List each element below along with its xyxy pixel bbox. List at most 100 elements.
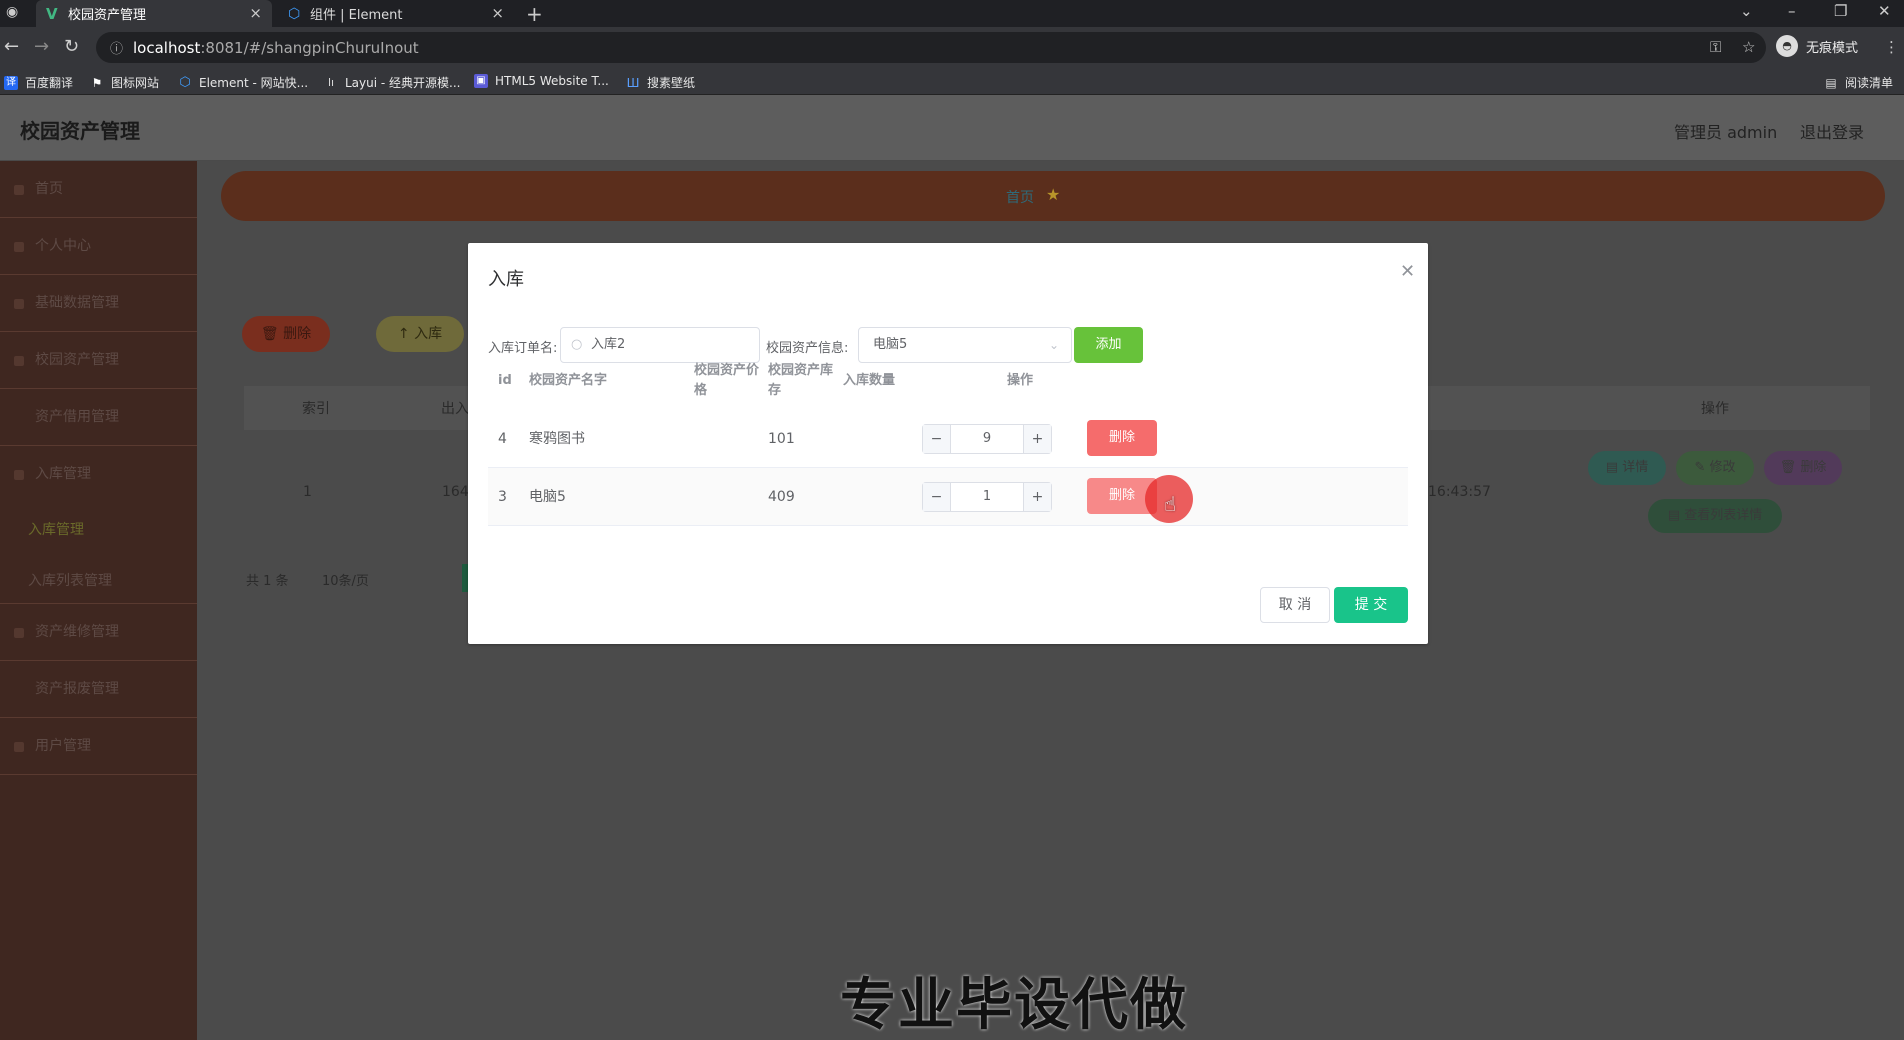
user-label: 管理员 admin [1674, 123, 1778, 142]
row-id: 3 [498, 489, 507, 505]
add-button[interactable]: 添加 [1074, 327, 1143, 363]
tab-search-icon[interactable]: ⌄ [1740, 2, 1753, 20]
new-tab-icon[interactable]: + [526, 2, 543, 26]
info-icon[interactable]: ⓘ [110, 38, 123, 57]
tab-element[interactable]: ⬡ 组件 | Element × [278, 0, 514, 27]
bookmark-label: 图标网站 [111, 76, 160, 90]
chevron-down-icon: ⌄ [1048, 338, 1059, 352]
bookmark-html5[interactable]: ▣ HTML5 Website T... [474, 74, 609, 88]
trash-icon: 🗑 [1779, 460, 1797, 475]
minimize-icon[interactable]: – [1788, 2, 1796, 20]
close-icon[interactable]: × [491, 4, 504, 22]
reload-icon[interactable]: ↻ [64, 36, 79, 57]
tab-title: 校园资产管理 [68, 8, 147, 23]
row-stock: 101 [768, 431, 795, 447]
logout-link[interactable]: 退出登录 [1800, 119, 1864, 143]
col-asset-stock: 校园资产库存 [768, 363, 834, 398]
sidebar-item-profile[interactable]: 个人中心 [0, 218, 197, 275]
col-op: 操作 [1701, 401, 1729, 417]
sidebar-item-assets[interactable]: 校园资产管理 [0, 332, 197, 389]
menu-label: 入库管理 [35, 466, 91, 482]
key-icon[interactable]: ⚿ [1710, 38, 1721, 56]
close-icon[interactable]: ✕ [1400, 261, 1415, 282]
view-list-button[interactable]: ▤ 查看列表详情 [1648, 499, 1782, 533]
delete-label: 删除 [1800, 460, 1827, 475]
submit-button[interactable]: 提 交 [1334, 587, 1408, 623]
star-icon[interactable]: ☆ [1742, 38, 1755, 56]
sidebar-item-borrow[interactable]: 资产借用管理 [0, 389, 197, 446]
pagination-size[interactable]: 10条/页 [322, 570, 369, 589]
inbound-button[interactable]: ↑ 入库 [376, 316, 464, 352]
address-bar-row: ← → ↻ ⓘ localhost :8081/#/shangpinChuruI… [0, 27, 1904, 68]
bookmark-icon-site[interactable]: ⚑ 图标网站 [90, 74, 159, 91]
sidebar-item-scrap[interactable]: 资产报废管理 [0, 661, 197, 718]
increase-button[interactable]: + [1023, 483, 1051, 511]
sidebar-item-users[interactable]: 用户管理 [0, 718, 197, 775]
window-close-icon[interactable]: ✕ [1878, 2, 1891, 20]
url-field[interactable]: ⓘ localhost :8081/#/shangpinChuruInout [96, 32, 1766, 63]
bookmark-baidu-translate[interactable]: 译 百度翻译 [4, 74, 73, 91]
user-icon [14, 242, 24, 252]
doc-icon: ▤ [1605, 460, 1619, 475]
browser-tab-bar: ◉ V 校园资产管理 × ⬡ 组件 | Element × + ⌄ – ❐ ✕ [0, 0, 1904, 27]
quantity-value[interactable]: 1 [951, 483, 1023, 511]
bookmark-wallpaper[interactable]: Ш 搜素壁纸 [626, 74, 695, 91]
decrease-button[interactable]: − [923, 483, 951, 511]
flag-icon: ⚑ [91, 75, 103, 90]
increase-button[interactable]: + [1023, 425, 1051, 453]
col-out: 出入 [441, 401, 469, 417]
translate-icon: 译 [4, 75, 18, 90]
col-asset-price: 校园资产价格 [694, 363, 760, 398]
inbound-icon [14, 470, 24, 480]
url-host: localhost [133, 38, 201, 57]
browser-menu-icon[interactable]: ◉ [6, 4, 18, 20]
more-menu-icon[interactable]: ⋮ [1884, 38, 1899, 56]
close-icon[interactable]: × [249, 4, 262, 22]
cancel-button[interactable]: 取 消 [1260, 587, 1330, 623]
sidebar-subitem-inbound-list[interactable]: 入库列表管理 [0, 570, 197, 590]
trash-icon: 🗑 [260, 326, 279, 342]
sidebar-item-home[interactable]: 首页 [0, 161, 197, 218]
order-name-input[interactable]: ○ 入库2 [560, 327, 760, 363]
edit-button[interactable]: ✎ 修改 [1676, 451, 1754, 485]
star-icon: ★ [1046, 185, 1061, 204]
order-name-label: 入库订单名: [488, 341, 558, 356]
decrease-button[interactable]: − [923, 425, 951, 453]
menu-label: 首页 [35, 181, 63, 197]
submenu-label: 入库列表管理 [28, 573, 112, 589]
col-action: 操作 [1007, 373, 1034, 388]
table-row: 3 电脑5 409 − 1 + 删除 [488, 468, 1408, 526]
bookmark-label: HTML5 Website T... [495, 74, 609, 88]
menu-label: 基础数据管理 [35, 295, 119, 311]
sidebar-item-base-data[interactable]: 基础数据管理 [0, 275, 197, 332]
delete-row-button[interactable]: 删除 [1087, 420, 1157, 456]
asset-select[interactable]: 电脑5 ⌄ [858, 327, 1072, 363]
incognito-icon: ◓ [1776, 35, 1798, 57]
quantity-value[interactable]: 9 [951, 425, 1023, 453]
forward-icon[interactable]: → [34, 36, 49, 57]
bookmark-label: 搜素壁纸 [647, 76, 696, 90]
arrow-up-icon: ↑ [397, 326, 410, 342]
restore-icon[interactable]: ❐ [1834, 2, 1847, 20]
reading-list[interactable]: ▤ 阅读清单 [1824, 74, 1893, 91]
batch-delete-button[interactable]: 🗑 删除 [242, 316, 330, 352]
tab-title: 组件 | Element [310, 8, 403, 23]
back-icon[interactable]: ← [4, 36, 19, 57]
sidebar-subitem-inbound[interactable]: 入库管理 [0, 519, 197, 539]
incognito-profile[interactable]: ◓ 无痕模式 [1776, 35, 1858, 57]
tab-campus-asset[interactable]: V 校园资产管理 × [36, 0, 272, 27]
row-delete-button[interactable]: 🗑 删除 [1764, 451, 1842, 485]
sidebar-item-repair[interactable]: 资产维修管理 [0, 604, 197, 661]
bookmark-element[interactable]: ⬡ Element - 网站快... [178, 74, 308, 91]
reading-list-icon: ▤ [1825, 75, 1837, 90]
edit-label: 修改 [1709, 460, 1736, 475]
users-icon [14, 742, 24, 752]
data-icon [14, 299, 24, 309]
asset-info-label: 校园资产信息: [766, 341, 849, 356]
breadcrumb-home[interactable]: 首页 [1006, 187, 1034, 207]
table-row: 4 寒鸦图书 101 − 9 + 删除 [488, 410, 1408, 468]
bookmark-layui[interactable]: lı Layui - 经典开源模... [324, 74, 461, 91]
details-button[interactable]: ▤ 详情 [1588, 451, 1666, 485]
order-name-value: 入库2 [591, 337, 626, 352]
row-fragment: 164 [442, 484, 469, 500]
